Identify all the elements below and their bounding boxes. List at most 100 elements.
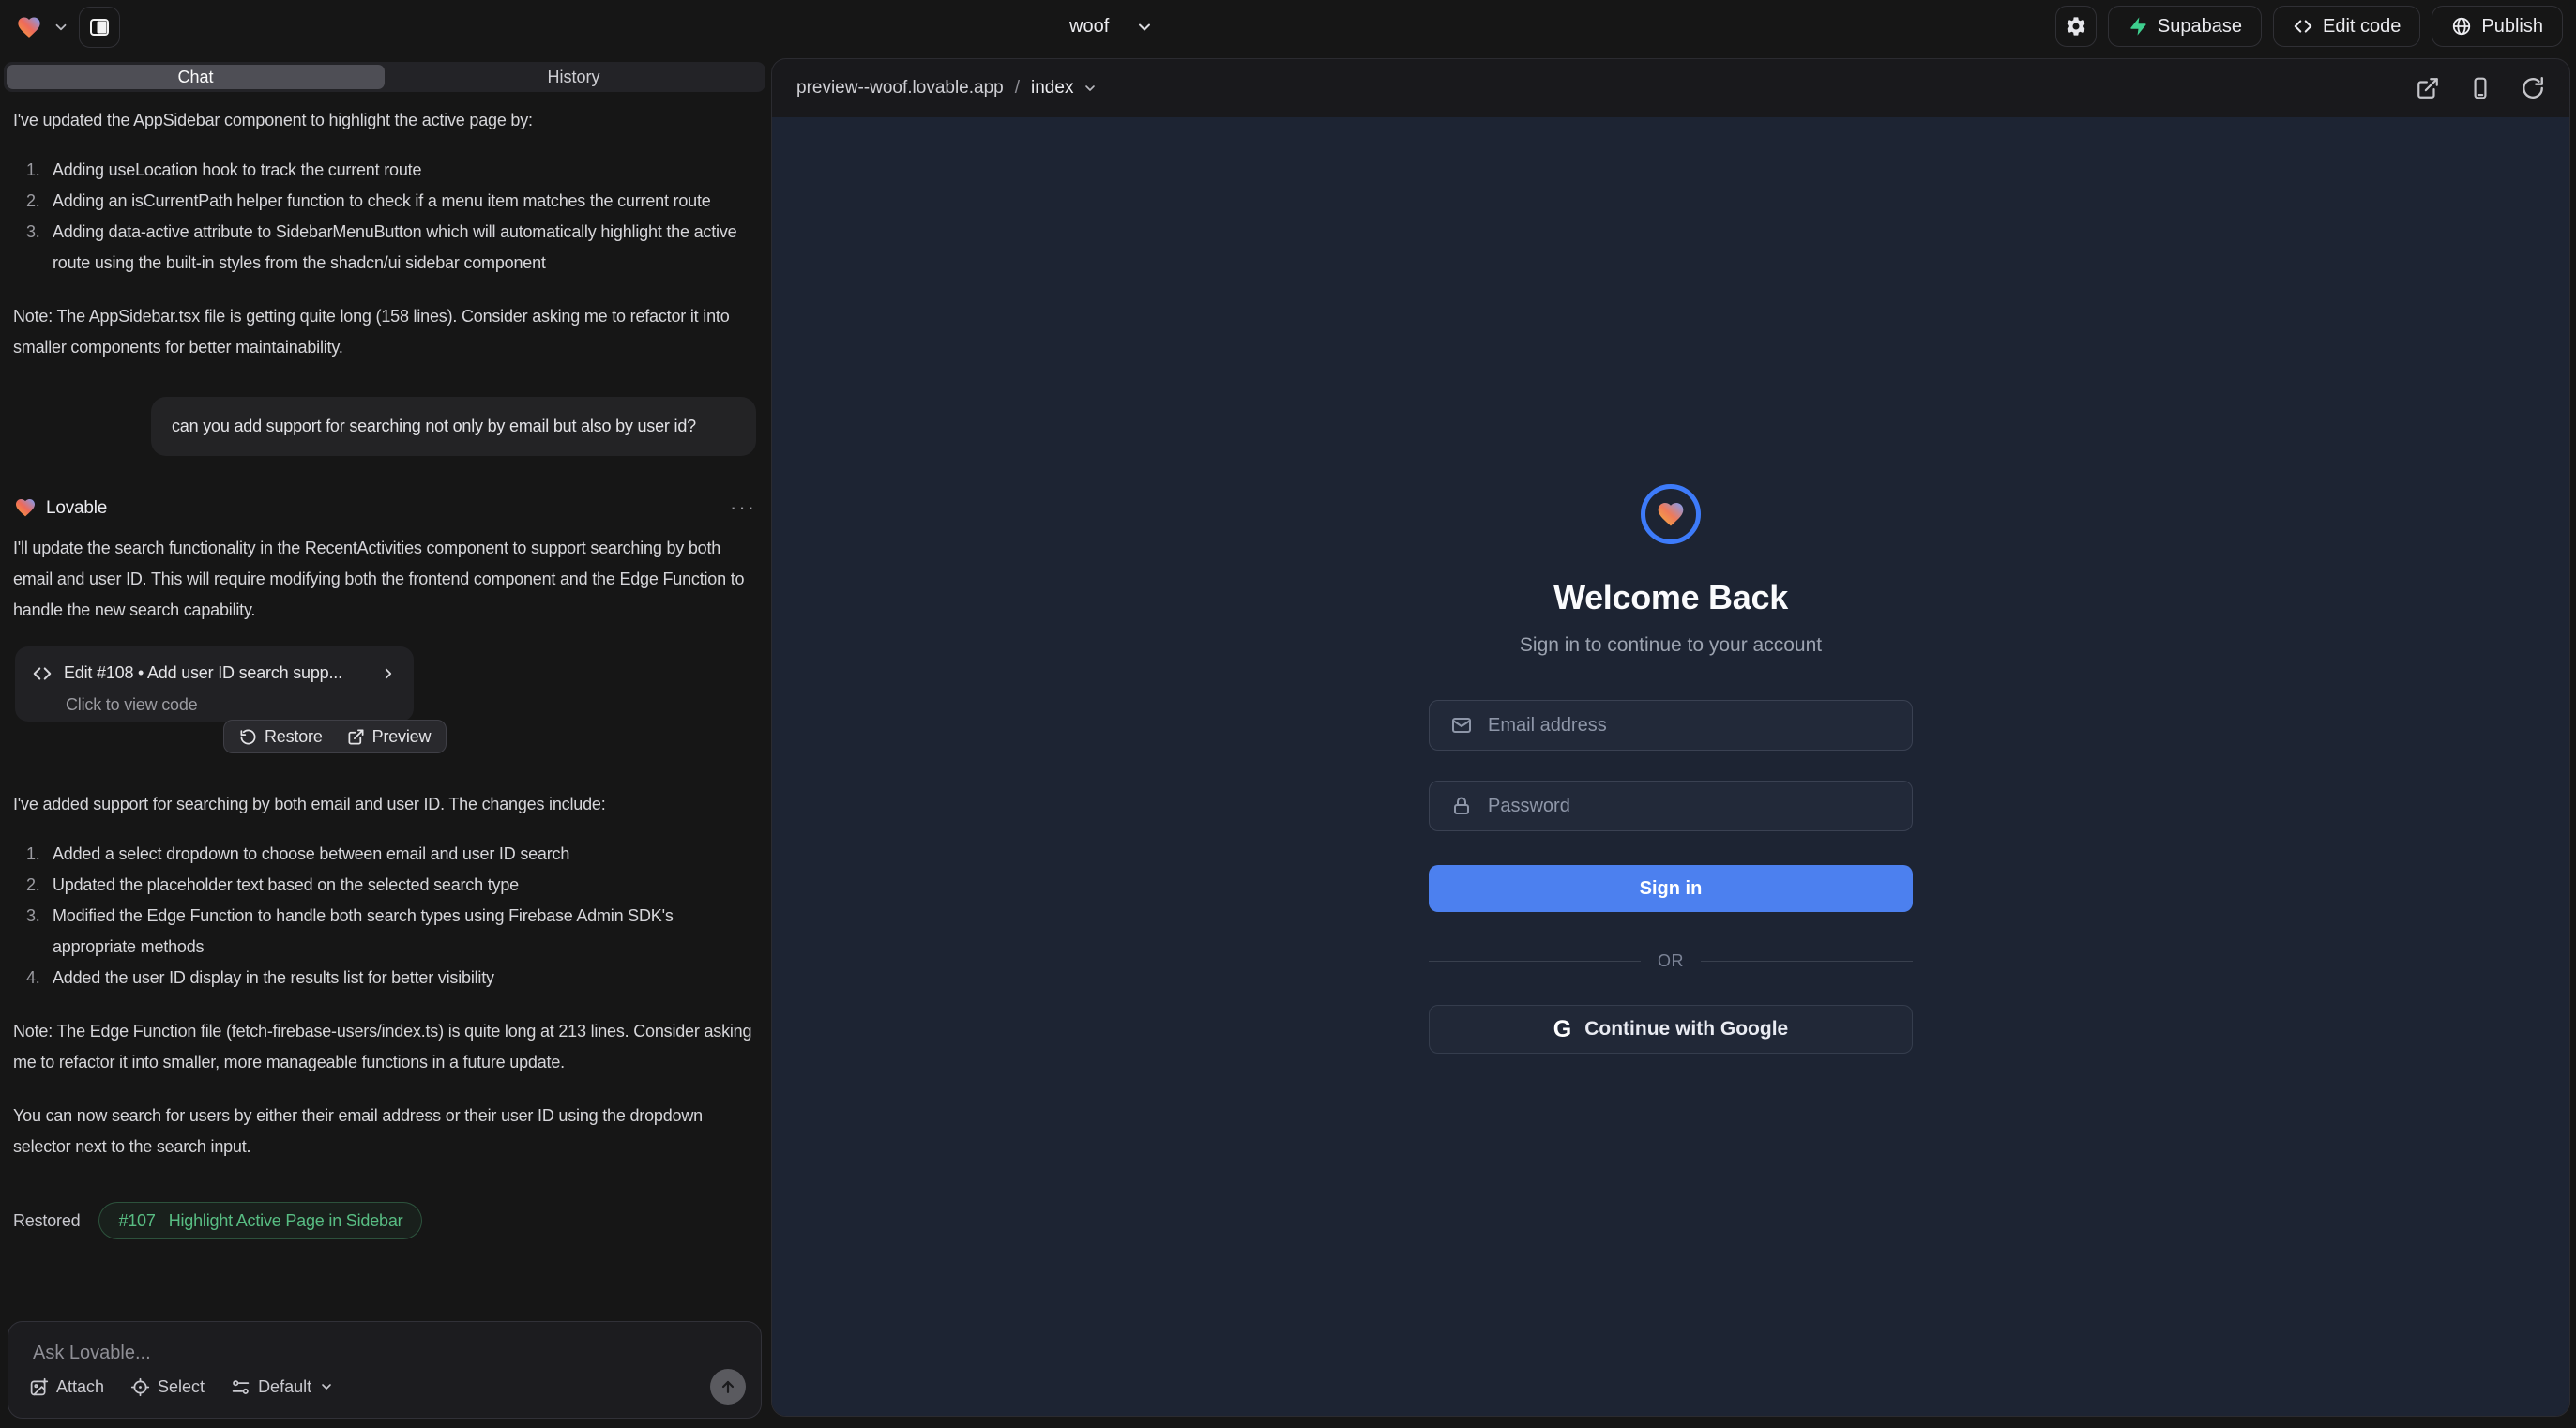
lovable-logo-icon[interactable] [15, 14, 43, 40]
list-item-text: Adding useLocation hook to track the cur… [53, 155, 756, 186]
more-options-icon[interactable]: ··· [730, 503, 756, 512]
composer[interactable]: Ask Lovable... Attach Select Default [8, 1321, 762, 1419]
or-label: OR [1658, 951, 1684, 971]
mode-selector[interactable]: Default [231, 1377, 334, 1397]
composer-toolbar: Attach Select Default [29, 1369, 746, 1405]
assistant-paragraph: I've added support for searching by both… [13, 789, 756, 820]
workspace-chevron-down-icon[interactable] [53, 19, 69, 36]
list-item-text: Added a select dropdown to choose betwee… [53, 839, 756, 870]
url-separator: / [1015, 78, 1020, 99]
sidebar-panel-icon [88, 16, 111, 38]
preview-panel: preview--woof.lovable.app / index [771, 58, 2570, 1417]
assistant-paragraph: You can now search for users by either t… [13, 1101, 756, 1162]
google-label: Continue with Google [1584, 1018, 1788, 1041]
edit-card[interactable]: Edit #108 • Add user ID search supp... C… [15, 646, 414, 722]
list-item: 3. Adding data-active attribute to Sideb… [13, 217, 756, 279]
attach-button[interactable]: Attach [29, 1377, 104, 1397]
app-logo [1641, 484, 1701, 544]
open-in-new-tab-button[interactable] [2416, 76, 2440, 100]
composer-input[interactable]: Ask Lovable... [33, 1343, 746, 1364]
list-item-text: Adding an isCurrentPath helper function … [53, 186, 756, 217]
supabase-label: Supabase [2158, 16, 2242, 38]
version-number: #107 [118, 1206, 155, 1237]
list-number: 3. [13, 901, 53, 963]
project-switcher[interactable]: woof [1069, 0, 1154, 53]
supabase-bolt-icon [2128, 16, 2148, 37]
send-button[interactable] [710, 1369, 746, 1405]
heart-icon [1655, 499, 1687, 529]
topbar: woof Supabase Edit code [0, 0, 2576, 53]
tab-history[interactable]: History [385, 65, 763, 89]
restored-row: Restored #107 Highlight Active Page in S… [13, 1202, 756, 1239]
list-item: 2. Updated the placeholder text based on… [13, 870, 756, 901]
preview-app-viewport: Welcome Back Sign in to continue to your… [772, 117, 2569, 1416]
chat-history-tabbar: Chat History [4, 62, 765, 92]
globe-icon [2451, 16, 2472, 37]
edit-card-title: Edit #108 • Add user ID search supp... [64, 658, 369, 689]
toggle-sidebar-button[interactable] [79, 7, 120, 48]
assistant-header: Lovable ··· [13, 494, 756, 522]
select-label: Select [158, 1377, 205, 1397]
publish-label: Publish [2481, 16, 2543, 38]
restore-label: Restore [265, 727, 323, 747]
list-item-text: Added the user ID display in the results… [53, 963, 756, 994]
assistant-paragraph: I'll update the search functionality in … [13, 533, 756, 626]
tab-chat-label: Chat [177, 68, 213, 87]
list-number: 2. [13, 186, 53, 217]
refresh-button[interactable] [2521, 76, 2545, 100]
restore-icon [239, 728, 257, 746]
edit-code-label: Edit code [2323, 16, 2401, 38]
chat-panel: Chat History I've updated the AppSidebar… [0, 58, 769, 1428]
mode-label: Default [258, 1377, 311, 1397]
image-plus-icon [29, 1377, 49, 1397]
restored-version-badge[interactable]: #107 Highlight Active Page in Sidebar [98, 1202, 422, 1239]
arrow-up-icon [719, 1377, 737, 1396]
project-name: woof [1069, 16, 1109, 38]
tab-chat[interactable]: Chat [7, 65, 385, 89]
publish-button[interactable]: Publish [2432, 6, 2563, 47]
supabase-button[interactable]: Supabase [2108, 6, 2262, 47]
google-g-icon: G [1553, 1016, 1571, 1043]
list-item-text: Updated the placeholder text based on th… [53, 870, 756, 901]
list-number: 2. [13, 870, 53, 901]
preview-label: Preview [372, 727, 432, 747]
select-button[interactable]: Select [130, 1377, 205, 1397]
code-brackets-icon [2293, 16, 2313, 37]
lock-icon [1450, 795, 1473, 817]
chevron-right-icon [380, 665, 397, 682]
mobile-view-button[interactable] [2468, 76, 2493, 100]
url-chevron-down-icon [1083, 81, 1098, 96]
message-list: I've updated the AppSidebar component to… [0, 92, 769, 1368]
list-item: 3. Modified the Edge Function to handle … [13, 901, 756, 963]
ordered-list: 1. Added a select dropdown to choose bet… [13, 839, 756, 994]
settings-button[interactable] [2055, 6, 2097, 47]
preview-url-selector[interactable]: preview--woof.lovable.app / index [796, 78, 1098, 99]
email-field[interactable]: Email address [1429, 700, 1913, 751]
list-item: 4. Added the user ID display in the resu… [13, 963, 756, 994]
attach-label: Attach [56, 1377, 104, 1397]
list-item-text: Modified the Edge Function to handle bot… [53, 901, 756, 963]
google-sign-in-button[interactable]: G Continue with Google [1429, 1005, 1913, 1054]
assistant-paragraph: I've updated the AppSidebar component to… [13, 105, 756, 136]
version-title: Highlight Active Page in Sidebar [169, 1206, 403, 1237]
refresh-icon [2521, 76, 2545, 100]
assistant-name: Lovable [46, 493, 107, 524]
preview-button[interactable]: Preview [347, 727, 432, 747]
edit-card-group: Edit #108 • Add user ID search supp... C… [13, 646, 445, 753]
page-subtitle: Sign in to continue to your account [1429, 634, 1913, 657]
email-placeholder: Email address [1488, 715, 1607, 737]
assistant-note: Note: The Edge Function file (fetch-fire… [13, 1016, 756, 1078]
password-field[interactable]: Password [1429, 781, 1913, 831]
restored-label: Restored [13, 1206, 80, 1237]
list-item-text: Adding data-active attribute to SidebarM… [53, 217, 756, 279]
edit-code-button[interactable]: Edit code [2273, 6, 2420, 47]
edit-card-subtitle: Click to view code [66, 690, 397, 721]
sign-in-button[interactable]: Sign in [1429, 865, 1913, 912]
list-item: 1. Added a select dropdown to choose bet… [13, 839, 756, 870]
restore-button[interactable]: Restore [239, 727, 323, 747]
project-chevron-down-icon [1135, 18, 1154, 37]
gear-icon [2065, 15, 2087, 38]
list-number: 1. [13, 155, 53, 186]
code-brackets-icon [32, 663, 53, 684]
preview-page: index [1031, 78, 1073, 99]
